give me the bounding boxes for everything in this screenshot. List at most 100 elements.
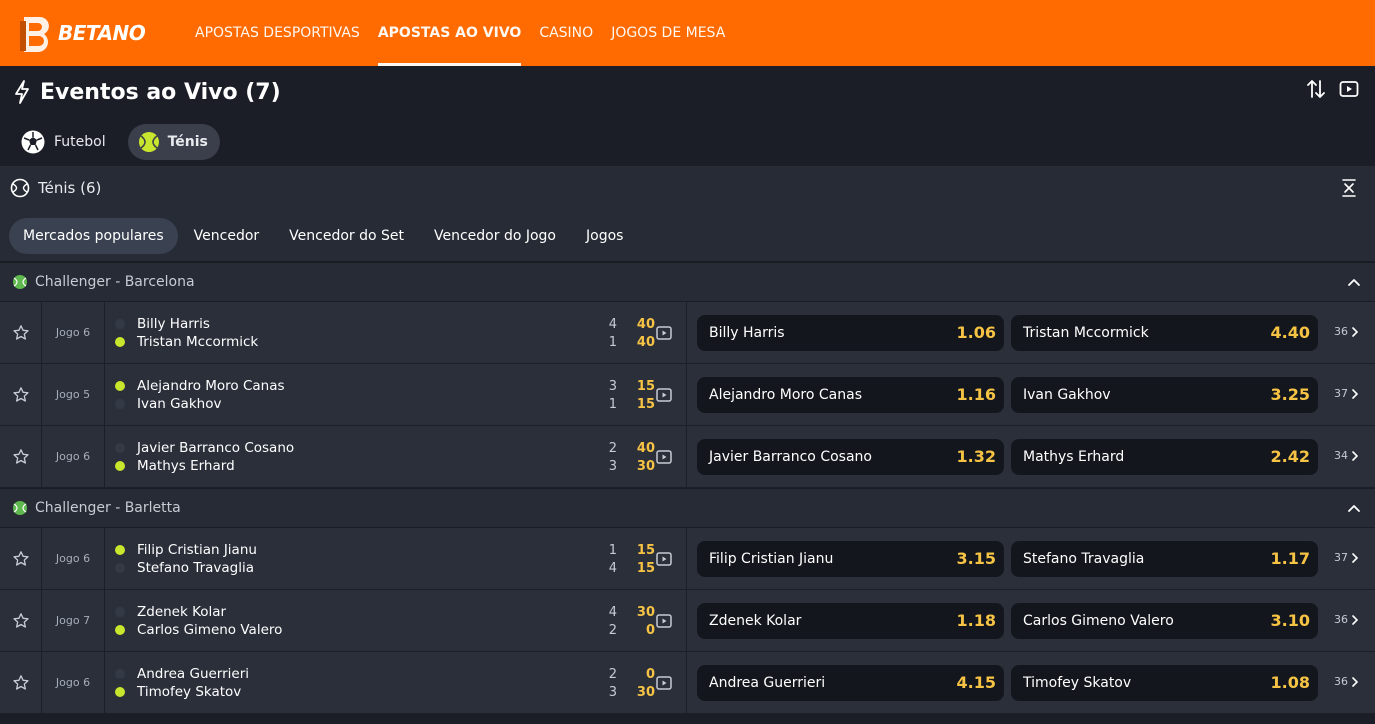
player-name: Filip Cristian Jianu [137,542,257,558]
betano-logo[interactable]: BETANO [0,0,186,66]
chevron-up-icon[interactable] [1347,501,1361,515]
odds-button[interactable]: Carlos Gimeno Valero 3.10 [1011,602,1318,639]
match-players[interactable]: Zdenek Kolar 4 30 Carlos Gimeno Valero 2 0 [105,590,687,651]
chevron-right-icon [1352,676,1359,687]
live-stream-icon[interactable] [656,551,672,567]
match-players[interactable]: Filip Cristian Jianu 1 15 Stefano Travaglia… [105,528,687,589]
points-score: 15 [636,560,655,576]
star-icon [12,324,29,340]
match-players[interactable]: Alejandro Moro Canas 3 15 Ivan Gakhov 1 15 [105,364,687,425]
brand-name: BETANO [58,21,146,45]
odds-button[interactable]: Andrea Guerrieri 4.15 [697,664,1004,701]
match-players[interactable]: Javier Barranco Cosano 2 40 Mathys Erhard 3 3… [105,426,687,487]
odds-button[interactable]: Zdenek Kolar 1.18 [697,602,1004,639]
odds-label: Ivan Gakhov [1023,386,1111,403]
player-row: Mathys Erhard 3 30 [115,457,655,475]
more-markets-link[interactable]: 34 [1334,449,1359,462]
live-stream-icon[interactable] [656,613,672,629]
match-row[interactable]: Jogo 7 Zdenek Kolar 4 30 Carlos Gimeno Valer… [0,590,1375,652]
tab-futebol[interactable]: Futebol [18,124,116,160]
tennis-section-header[interactable]: Ténis (6) [0,166,1375,210]
player-name: Tristan Mccormick [137,334,259,350]
serve-indicator [115,337,125,347]
more-markets-link[interactable]: 37 [1334,551,1359,564]
match-row[interactable]: Jogo 6 Billy Harris 4 40 Tristan Mccormick 1 4… [0,302,1375,364]
favourite-button[interactable] [0,426,42,487]
points-score: 15 [636,542,655,558]
star-icon [12,612,29,628]
player-name: Andrea Guerrieri [137,666,250,682]
nav-jogos-de-mesa[interactable]: JOGOS DE MESA [602,0,734,66]
more-markets-link[interactable]: 36 [1334,325,1359,338]
serve-indicator [115,319,125,329]
games-score: 1 [608,542,617,558]
points-score: 40 [636,334,655,350]
odds-button[interactable]: Tristan Mccormick 4.40 [1011,314,1318,351]
odds-button[interactable]: Mathys Erhard 2.42 [1011,438,1318,475]
match-row[interactable]: Jogo 6 Javier Barranco Cosano 2 40 Mathys Er… [0,426,1375,488]
league-header[interactable]: Challenger - Barcelona [0,262,1375,302]
match-players[interactable]: Billy Harris 4 40 Tristan Mccormick 1 40 [105,302,687,363]
serve-indicator [115,461,125,471]
odds-value: 1.16 [956,385,996,404]
odds-button[interactable]: Billy Harris 1.06 [697,314,1004,351]
live-stream-icon[interactable] [656,449,672,465]
odds-button[interactable]: Javier Barranco Cosano 1.32 [697,438,1004,475]
tab-jogos[interactable]: Jogos [572,218,637,254]
tab-mercados-populares[interactable]: Mercados populares [9,217,178,254]
live-stream-icon[interactable] [656,325,672,341]
match-players[interactable]: Andrea Guerrieri 2 0 Timofey Skatov 3 30 [105,652,687,713]
nav-apostas-desportivas[interactable]: APOSTAS DESPORTIVAS [186,0,369,66]
favourite-button[interactable] [0,652,42,713]
tab-vencedor-do-set[interactable]: Vencedor do Set [275,218,418,254]
sort-arrows-icon[interactable] [1307,78,1325,100]
tab-tenis[interactable]: Ténis [127,124,220,160]
page-header: Eventos ao Vivo (7) [0,66,1375,118]
live-stream-icon[interactable] [656,675,672,691]
odds-group: Billy Harris 1.06 Tristan Mccormick 4.40 36 [687,302,1375,363]
tab-vencedor-do-jogo[interactable]: Vencedor do Jogo [420,218,570,254]
odds-button[interactable]: Timofey Skatov 1.08 [1011,664,1318,701]
points-score: 40 [636,440,655,456]
odds-label: Zdenek Kolar [709,612,802,629]
odds-label: Timofey Skatov [1023,674,1132,691]
tennis-ball-icon [13,501,27,515]
odds-button[interactable]: Filip Cristian Jianu 3.15 [697,540,1004,577]
match-row[interactable]: Jogo 5 Alejandro Moro Canas 3 15 Ivan Gakhov… [0,364,1375,426]
favourite-button[interactable] [0,528,42,589]
odds-button[interactable]: Ivan Gakhov 3.25 [1011,376,1318,413]
chevron-up-icon[interactable] [1347,275,1361,289]
odds-button[interactable]: Alejandro Moro Canas 1.16 [697,376,1004,413]
serve-indicator [115,607,125,617]
nav-casino[interactable]: CASINO [530,0,602,66]
tab-vencedor[interactable]: Vencedor [180,218,274,254]
points-score: 15 [636,378,655,394]
points-score: 15 [636,396,655,412]
points-score: 30 [636,458,655,474]
serve-indicator [115,545,125,555]
player-row: Billy Harris 4 40 [115,315,655,333]
match-row[interactable]: Jogo 6 Andrea Guerrieri 2 0 Timofey Skatov 3 3… [0,652,1375,714]
favourite-button[interactable] [0,364,42,425]
league-header[interactable]: Challenger - Barletta [0,488,1375,528]
more-markets-count: 36 [1334,675,1348,688]
odds-value: 1.32 [956,447,996,466]
live-stream-icon[interactable] [1339,78,1359,100]
collapse-all-icon[interactable] [1341,178,1357,198]
odds-button[interactable]: Stefano Travaglia 1.17 [1011,540,1318,577]
leagues-list: Challenger - Barcelona Jogo 6 Billy Harris… [0,262,1375,714]
match-row[interactable]: Jogo 6 Filip Cristian Jianu 1 15 Stefano Tra… [0,528,1375,590]
odds-label: Stefano Travaglia [1023,550,1145,567]
star-icon [12,674,29,690]
nav-apostas-ao-vivo[interactable]: APOSTAS AO VIVO [369,0,530,66]
serve-indicator [115,443,125,453]
odds-label: Andrea Guerrieri [709,674,826,691]
player-row: Alejandro Moro Canas 3 15 [115,377,655,395]
more-markets-link[interactable]: 36 [1334,613,1359,626]
odds-value: 3.15 [956,549,996,568]
favourite-button[interactable] [0,302,42,363]
more-markets-link[interactable]: 36 [1334,675,1359,688]
favourite-button[interactable] [0,590,42,651]
more-markets-link[interactable]: 37 [1334,387,1359,400]
live-stream-icon[interactable] [656,387,672,403]
